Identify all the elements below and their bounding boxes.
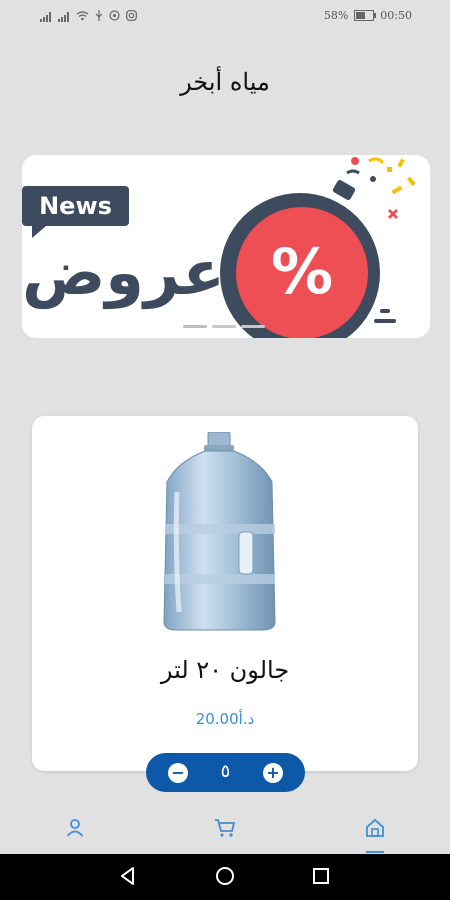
confetti-decoration (346, 157, 416, 220)
instagram-icon (126, 10, 137, 24)
battery-icon (354, 10, 377, 21)
recents-icon[interactable] (311, 866, 331, 886)
status-bar: 58% 00:50 (0, 0, 450, 34)
back-icon[interactable] (118, 866, 138, 886)
user-icon (66, 819, 84, 837)
carousel-indicator[interactable] (241, 325, 265, 328)
whatsapp-icon (109, 10, 120, 24)
product-price: 20.00د.أ (195, 710, 255, 728)
page-title: مياه أبخر (180, 68, 270, 96)
clock: 00:50 (380, 9, 412, 22)
status-right: 58% 00:50 (324, 9, 412, 22)
cart-icon (215, 819, 236, 837)
battery-percent: 58% (323, 9, 349, 22)
percent-symbol: % (270, 235, 334, 308)
home-circle-icon[interactable] (215, 866, 235, 886)
wifi-icon (76, 10, 89, 24)
offers-label: عروض (22, 236, 225, 309)
discount-badge: % (236, 207, 368, 338)
dash-decoration (374, 309, 396, 323)
water-gallon-image (163, 432, 276, 631)
nav-home[interactable] (355, 818, 395, 850)
nav-active-indicator (366, 851, 384, 853)
product-name: جالون ٢٠ لتر (160, 656, 290, 684)
quantity-stepper[interactable]: − ٥ + (146, 753, 305, 792)
offers-banner[interactable]: News عروض % (22, 155, 430, 338)
home-icon (366, 818, 384, 837)
signal-icon (40, 12, 52, 22)
usb-icon (95, 10, 103, 24)
status-icons (40, 10, 137, 24)
bottom-navigation (0, 808, 450, 854)
signal-icon (58, 12, 70, 22)
system-navigation-bar (0, 854, 450, 900)
product-card[interactable]: جالون ٢٠ لتر 20.00د.أ (32, 416, 418, 771)
nav-cart[interactable] (205, 818, 245, 850)
carousel-indicator[interactable] (183, 325, 207, 328)
news-label: News (22, 186, 129, 238)
increase-quantity-button[interactable]: + (263, 763, 283, 783)
nav-profile[interactable] (55, 818, 95, 850)
carousel-indicator[interactable] (212, 325, 236, 328)
